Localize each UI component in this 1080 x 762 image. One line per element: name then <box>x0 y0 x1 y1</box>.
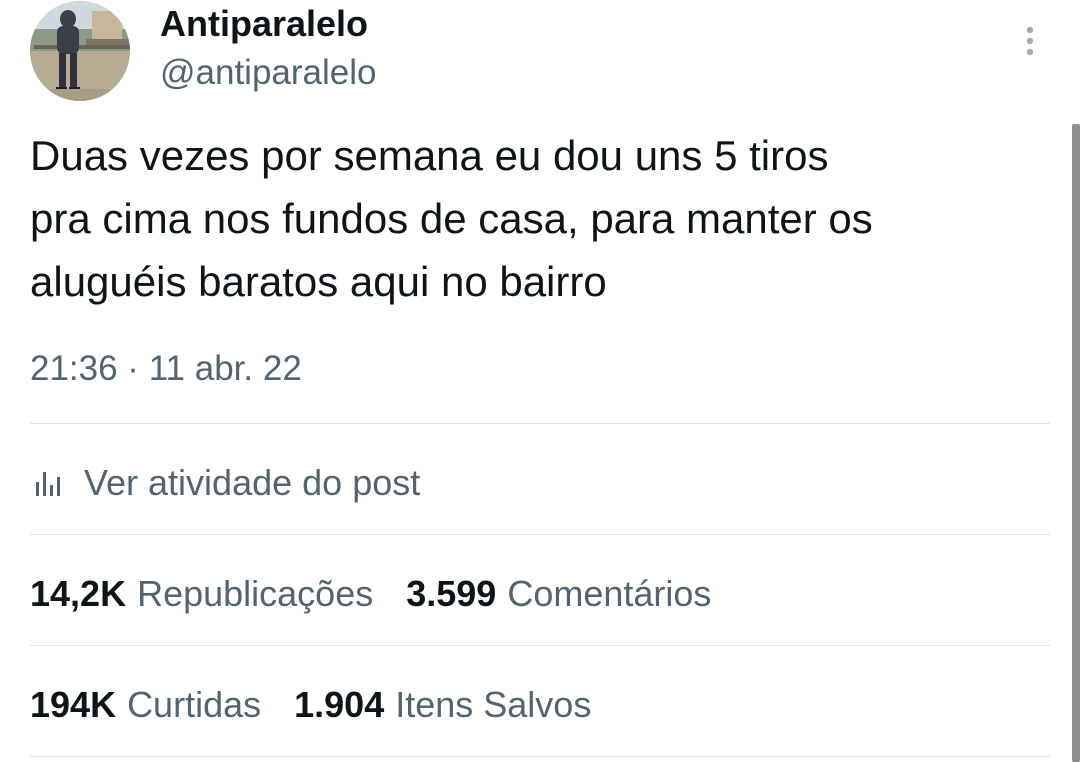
avatar-photo <box>30 1 130 101</box>
avatar[interactable] <box>30 1 130 101</box>
vertical-ellipsis-icon <box>1026 26 1034 56</box>
likes-count: 194K <box>30 684 117 725</box>
tweet-detail: Antiparalelo @antiparalelo Duas vezes po… <box>0 0 1080 762</box>
bar-chart-icon <box>36 472 60 496</box>
bookmarks-label: Itens Salvos <box>395 684 592 725</box>
divider <box>30 423 1050 424</box>
divider <box>30 534 1050 535</box>
stats-row-likes: 194K Curtidas 1.904 Itens Salvos <box>30 680 624 730</box>
reposts-label: Republicações <box>137 573 374 614</box>
username-handle[interactable]: @antiparalelo <box>160 52 377 94</box>
tweet-text: Duas vezes por semana eu dou uns 5 tiros… <box>30 132 873 305</box>
tweet-timestamp[interactable]: 21:36 · 11 abr. 22 <box>30 344 302 394</box>
bookmarks-count: 1.904 <box>294 684 385 725</box>
likes-stat[interactable]: 194K Curtidas <box>30 684 261 726</box>
view-post-activity-label: Ver atividade do post <box>84 462 421 503</box>
stats-row-reposts: 14,2K Republicações 3.599 Comentários <box>30 569 744 619</box>
scrollbar[interactable] <box>1072 124 1080 762</box>
reposts-stat[interactable]: 14,2K Republicações <box>30 573 373 615</box>
more-options-button[interactable] <box>1014 22 1046 62</box>
display-name[interactable]: Antiparalelo <box>160 2 368 46</box>
bookmarks-stat[interactable]: 1.904 Itens Salvos <box>294 684 591 726</box>
likes-label: Curtidas <box>127 684 262 725</box>
divider <box>30 645 1050 646</box>
quotes-label: Comentários <box>507 573 712 614</box>
reposts-count: 14,2K <box>30 573 127 614</box>
divider <box>30 756 1050 757</box>
view-post-activity-button[interactable]: Ver atividade do post <box>30 457 420 509</box>
quotes-stat[interactable]: 3.599 Comentários <box>406 573 711 615</box>
quotes-count: 3.599 <box>406 573 497 614</box>
